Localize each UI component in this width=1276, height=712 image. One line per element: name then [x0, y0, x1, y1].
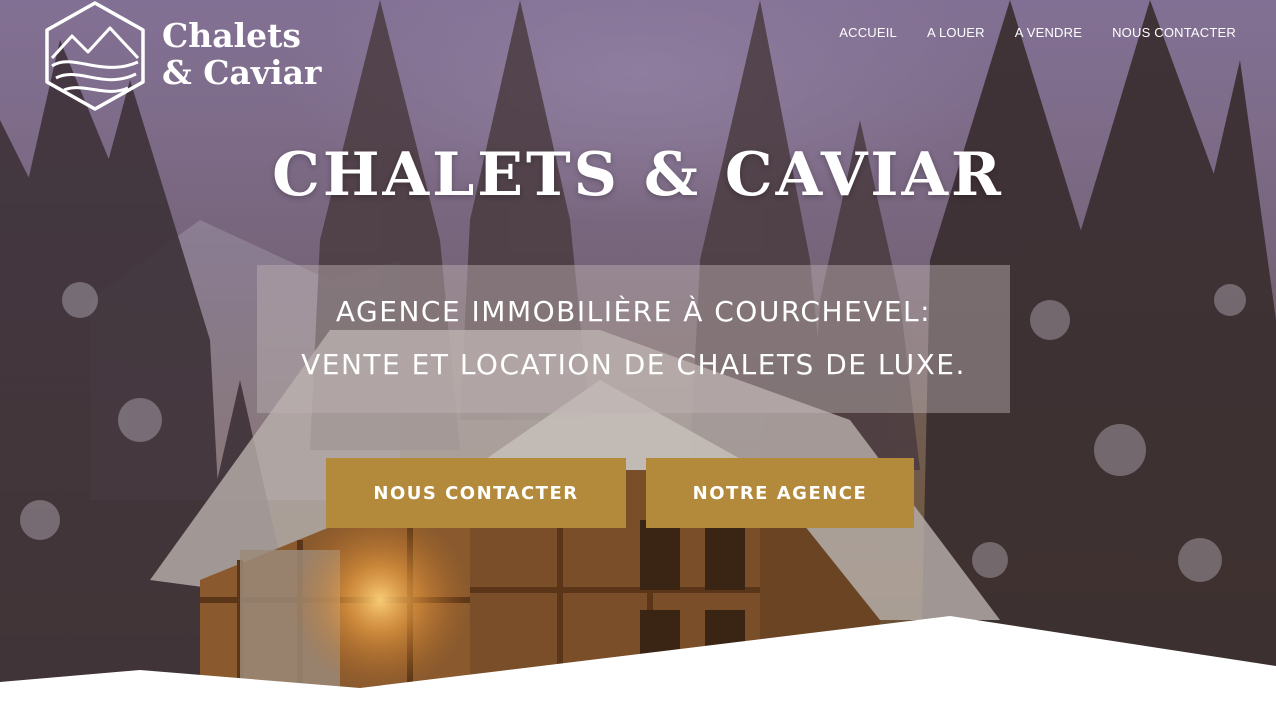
nav-item-a-vendre[interactable]: A VENDRE	[1015, 25, 1082, 40]
hero-subtitle-line2: VENTE ET LOCATION DE CHALETS DE LUXE.	[301, 348, 966, 381]
brand-logo[interactable]: Chalets & Caviar	[42, 0, 332, 112]
nav-item-accueil[interactable]: ACCUEIL	[839, 25, 897, 40]
hero-section: Chalets & Caviar ACCUEIL A LOUER A VENDR…	[0, 0, 1276, 712]
brand-name-line2: & Caviar	[162, 53, 322, 92]
nous-contacter-button[interactable]: NOUS CONTACTER	[326, 458, 626, 528]
hero-subtitle-box: AGENCE IMMOBILIÈRE À COURCHEVEL: VENTE E…	[257, 265, 1010, 413]
mountain-hexagon-icon	[45, 1, 145, 111]
notre-agence-button[interactable]: NOTRE AGENCE	[646, 458, 914, 528]
nav-item-nous-contacter[interactable]: NOUS CONTACTER	[1112, 25, 1236, 40]
section-divider-wave	[0, 616, 1276, 712]
brand-name: Chalets & Caviar	[162, 17, 321, 91]
main-nav: ACCUEIL A LOUER A VENDRE NOUS CONTACTER	[839, 25, 1236, 40]
hero-subtitle-line1: AGENCE IMMOBILIÈRE À COURCHEVEL:	[335, 295, 932, 328]
brand-name-line1: Chalets	[162, 16, 301, 55]
hero-title: CHALETS & CAVIAR	[272, 140, 1004, 210]
nav-item-a-louer[interactable]: A LOUER	[927, 25, 985, 40]
